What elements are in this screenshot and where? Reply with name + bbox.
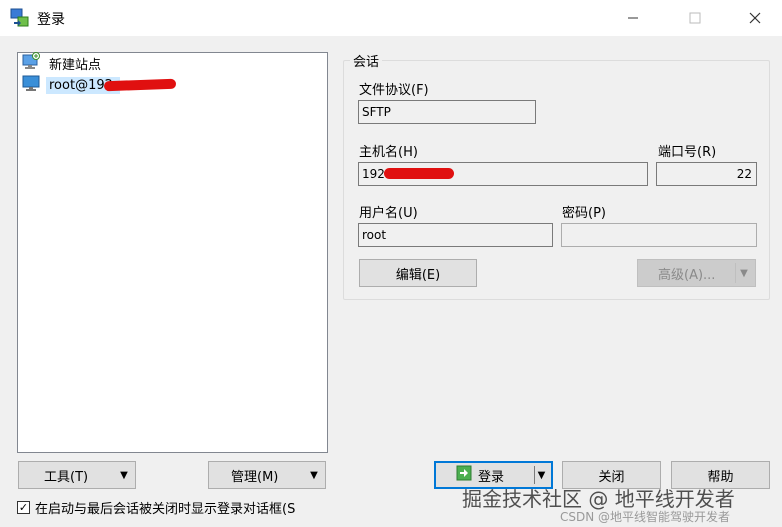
protocol-label: 文件协议(F) <box>359 83 429 98</box>
redaction-mark <box>384 168 454 179</box>
tree-item-new-site[interactable]: 新建站点 <box>22 52 104 74</box>
manage-button[interactable]: 管理(M) ▼ <box>208 461 326 489</box>
watermark-csdn: CSDN @地平线智能驾驶开发者 <box>560 510 731 524</box>
tree-item-label: 新建站点 <box>49 57 102 73</box>
username-label: 用户名(U) <box>359 206 418 221</box>
show-login-checkbox[interactable]: ✓ <box>17 501 30 514</box>
minimize-icon[interactable] <box>610 0 656 36</box>
password-label: 密码(P) <box>562 206 606 221</box>
chevron-down-icon[interactable]: ▼ <box>733 260 755 286</box>
computer-icon <box>22 74 40 96</box>
password-input[interactable] <box>561 223 757 247</box>
protocol-select[interactable]: SFTP <box>358 100 536 124</box>
edit-button[interactable]: 编辑(E) <box>359 259 477 287</box>
close-button-label: 关闭 <box>598 469 625 485</box>
tools-button-label: 工具(T) <box>44 469 89 485</box>
chevron-down-icon: ▼ <box>310 469 318 481</box>
close-icon[interactable] <box>732 0 778 36</box>
help-button-label: 帮助 <box>707 469 734 485</box>
login-button-label: 登录 <box>478 469 505 485</box>
chevron-down-icon: ▼ <box>120 469 128 481</box>
session-group-title: 会话 <box>350 51 383 70</box>
site-tree[interactable]: 新建站点 root@192. <box>17 52 328 453</box>
maximize-icon[interactable] <box>672 0 718 36</box>
host-label: 主机名(H) <box>359 145 418 160</box>
tools-button[interactable]: 工具(T) ▼ <box>18 461 136 489</box>
port-label: 端口号(R) <box>658 145 717 160</box>
show-login-dialog-option[interactable]: ✓ 在启动与最后会话被关闭时显示登录对话框(S <box>17 498 295 517</box>
window-title: 登录 <box>37 12 65 28</box>
title-bar: 登录 <box>0 0 782 36</box>
new-site-icon <box>22 52 40 74</box>
username-input[interactable]: root <box>358 223 553 247</box>
show-login-checkbox-label: 在启动与最后会话被关闭时显示登录对话框(S <box>35 502 296 517</box>
advanced-button[interactable]: 高级(A)... ▼ <box>637 259 756 287</box>
advanced-button-label: 高级(A)... <box>658 267 716 283</box>
login-icon <box>456 465 472 485</box>
port-input[interactable]: 22 <box>656 162 757 186</box>
winscp-app-icon <box>10 8 30 28</box>
edit-button-label: 编辑(E) <box>395 267 441 283</box>
manage-button-label: 管理(M) <box>231 469 279 485</box>
